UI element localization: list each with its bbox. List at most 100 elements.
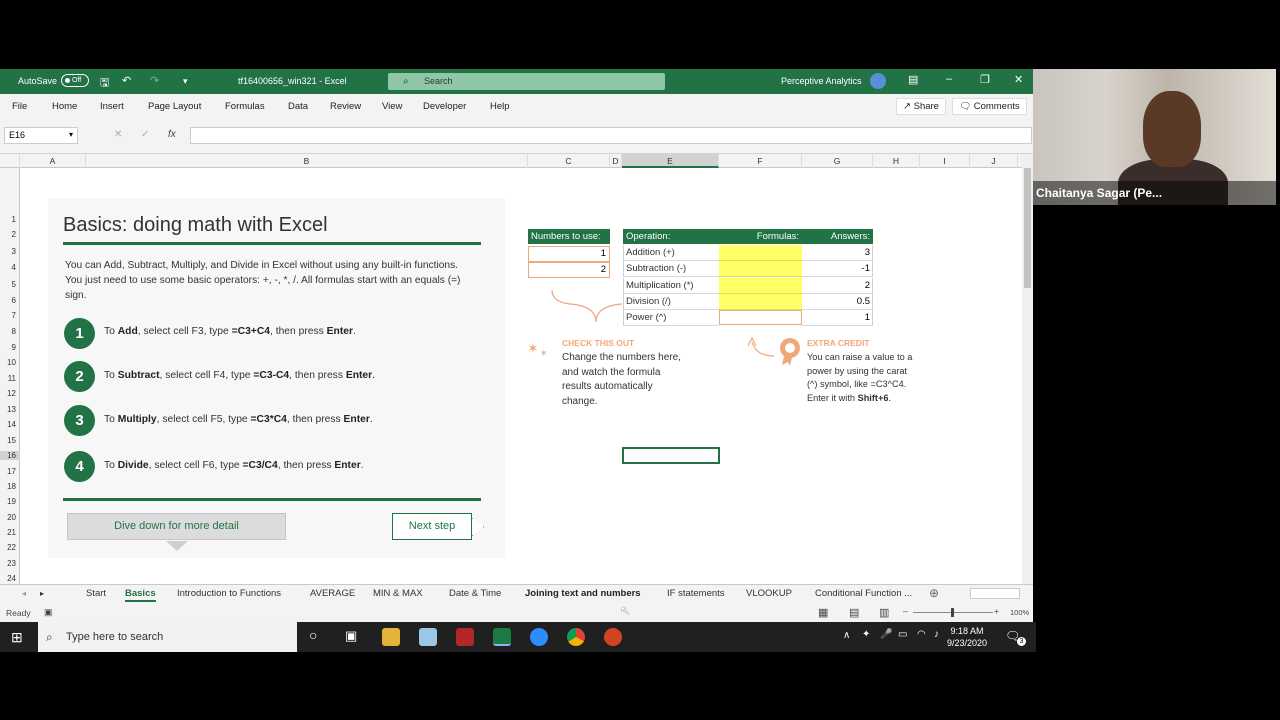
column-header-d[interactable]: D — [610, 154, 622, 168]
sheet-tab-min-max[interactable]: MIN & MAX — [373, 588, 423, 599]
snipping-tool-icon[interactable] — [419, 628, 437, 646]
answer-cell[interactable]: -1 — [802, 261, 873, 277]
restore-icon[interactable]: ❐ — [980, 73, 990, 86]
next-sheet-icon[interactable]: ▸ — [40, 589, 44, 598]
column-header-i[interactable]: I — [920, 154, 970, 168]
sheet-tab-if-statements[interactable]: IF statements — [667, 588, 725, 599]
row-header[interactable]: 13 — [0, 405, 20, 414]
macro-record-icon[interactable]: ▣ — [44, 607, 53, 618]
row-header[interactable]: 2 — [0, 230, 20, 239]
menu-help[interactable]: Help — [490, 101, 510, 112]
sheet-tab-average[interactable]: AVERAGE — [310, 588, 355, 599]
row-header[interactable]: 15 — [0, 436, 20, 445]
row-header[interactable]: 19 — [0, 497, 20, 506]
menu-page-layout[interactable]: Page Layout — [148, 101, 201, 112]
zoom-in-icon[interactable]: + — [994, 606, 999, 616]
windows-start-icon[interactable]: ⊞ — [11, 629, 23, 646]
account-avatar-icon[interactable] — [870, 73, 886, 89]
customize-qat-icon[interactable]: ▾ — [183, 76, 188, 87]
file-explorer-icon[interactable] — [382, 628, 400, 646]
next-arrow-icon[interactable] — [472, 518, 484, 536]
row-header[interactable]: 9 — [0, 343, 20, 352]
formula-input[interactable] — [190, 127, 1032, 144]
number-cell-c3[interactable]: 1 — [528, 246, 610, 262]
operation-cell[interactable]: Addition (+) — [623, 245, 719, 261]
selected-cell-e16[interactable] — [622, 447, 720, 464]
row-header[interactable]: 14 — [0, 420, 20, 429]
menu-data[interactable]: Data — [288, 101, 308, 112]
app-icon[interactable] — [456, 628, 474, 646]
answer-cell[interactable]: 2 — [802, 278, 873, 294]
chrome-icon[interactable] — [567, 628, 585, 646]
insert-function-icon[interactable]: fx — [168, 129, 176, 140]
menu-home[interactable]: Home — [52, 101, 77, 112]
row-header-selected[interactable]: 16 — [0, 451, 20, 460]
page-break-view-icon[interactable]: ▥ — [879, 606, 889, 619]
share-button[interactable]: ↗ Share — [896, 98, 946, 115]
row-header[interactable]: 10 — [0, 358, 20, 367]
row-header[interactable]: 24 — [0, 574, 20, 583]
excel-taskbar-icon[interactable] — [493, 628, 511, 646]
answer-cell[interactable]: 0.5 — [802, 294, 873, 310]
column-header-h[interactable]: H — [873, 154, 920, 168]
volume-icon[interactable]: ♪ — [934, 629, 939, 640]
sheet-tab-vlookup[interactable]: VLOOKUP — [746, 588, 792, 599]
row-header[interactable]: 22 — [0, 543, 20, 552]
account-name[interactable]: Perceptive Analytics — [781, 76, 862, 86]
name-box-dropdown-icon[interactable]: ▾ — [69, 130, 73, 139]
column-header-b[interactable]: B — [86, 154, 528, 168]
zoom-out-icon[interactable]: – — [903, 606, 908, 616]
answer-cell[interactable]: 3 — [802, 245, 873, 261]
horizontal-scrollbar[interactable] — [970, 588, 1020, 599]
scrollbar-thumb[interactable] — [1024, 168, 1031, 288]
powerpoint-icon[interactable] — [604, 628, 622, 646]
column-header-a[interactable]: A — [20, 154, 86, 168]
minimize-icon[interactable]: – — [946, 73, 952, 85]
zoom-level[interactable]: 100% — [1010, 608, 1029, 617]
number-cell-c4[interactable]: 2 — [528, 262, 610, 278]
task-view-icon[interactable]: ▣ — [345, 628, 357, 644]
row-header[interactable]: 6 — [0, 296, 20, 305]
worksheet-grid[interactable]: Basics: doing math with Excel You can Ad… — [0, 168, 1022, 584]
menu-formulas[interactable]: Formulas — [225, 101, 265, 112]
next-step-button[interactable]: Next step — [392, 513, 472, 540]
operation-cell[interactable]: Multiplication (*) — [623, 278, 719, 294]
taskbar-search[interactable]: ⌕ Type here to search — [38, 622, 297, 652]
redo-icon[interactable]: ↷ — [150, 74, 159, 87]
formula-cell-f3[interactable] — [719, 245, 802, 261]
tray-overflow-icon[interactable]: ∧ — [843, 630, 850, 641]
zoom-app-icon[interactable] — [530, 628, 548, 646]
column-header-f[interactable]: F — [719, 154, 802, 168]
row-header[interactable]: 8 — [0, 327, 20, 336]
formula-cell-f7[interactable] — [719, 310, 802, 325]
column-header-e[interactable]: E — [622, 154, 719, 168]
microphone-icon[interactable]: 🎤 — [880, 629, 892, 640]
column-header-c[interactable]: C — [528, 154, 610, 168]
sheet-tab-intro-functions[interactable]: Introduction to Functions — [177, 588, 281, 599]
column-header-j[interactable]: J — [970, 154, 1018, 168]
menu-file[interactable]: File — [12, 101, 27, 112]
sheet-tab-basics[interactable]: Basics — [125, 588, 156, 602]
row-header[interactable]: 4 — [0, 263, 20, 272]
menu-view[interactable]: View — [382, 101, 402, 112]
sheet-tab-conditional-function[interactable]: Conditional Function ... — [815, 588, 912, 599]
row-header[interactable]: 7 — [0, 311, 20, 320]
search-box[interactable]: ⌕ Search — [388, 73, 665, 90]
sheet-tab-date-time[interactable]: Date & Time — [449, 588, 501, 599]
row-header[interactable]: 1 — [0, 215, 20, 224]
formula-cell-f6[interactable] — [719, 294, 802, 310]
formula-cell-f4[interactable] — [719, 261, 802, 277]
operation-cell[interactable]: Subtraction (-) — [623, 261, 719, 277]
add-sheet-icon[interactable]: ⊕ — [929, 586, 939, 600]
row-header[interactable]: 17 — [0, 467, 20, 476]
row-header[interactable]: 11 — [0, 374, 20, 383]
dive-down-button[interactable]: Dive down for more detail — [67, 513, 286, 540]
undo-icon[interactable]: ↶ — [122, 74, 131, 87]
menu-developer[interactable]: Developer — [423, 101, 466, 112]
cortana-icon[interactable]: ○ — [309, 627, 317, 643]
prev-sheet-icon[interactable]: ◂ — [22, 589, 26, 598]
ribbon-display-icon[interactable]: ▤ — [908, 73, 918, 86]
tray-app-icon[interactable]: ✦ — [862, 629, 870, 640]
row-header[interactable]: 5 — [0, 280, 20, 289]
sheet-tab-joining-text[interactable]: Joining text and numbers — [525, 588, 641, 599]
